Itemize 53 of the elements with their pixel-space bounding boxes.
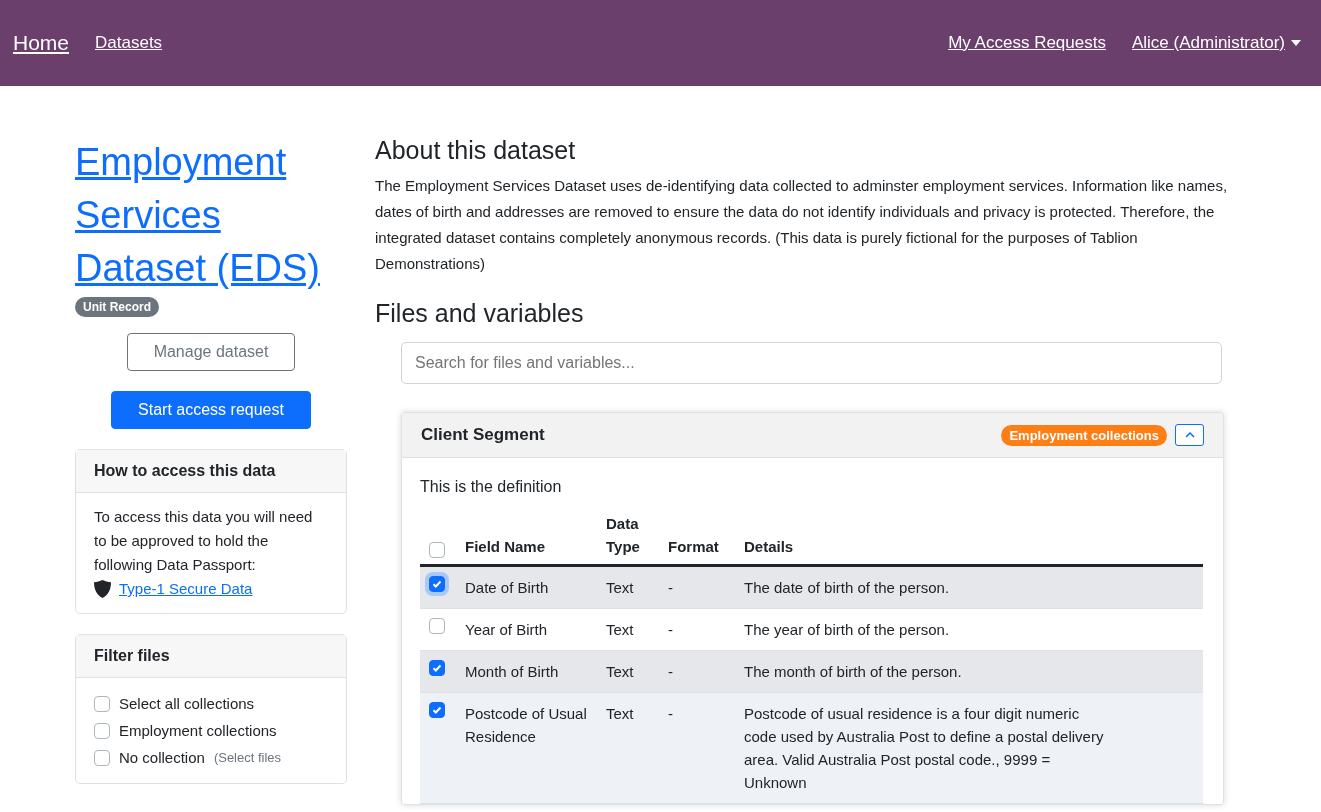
shield-icon xyxy=(94,580,111,598)
table-cell: Text xyxy=(598,608,660,651)
manage-button[interactable]: Manage dataset xyxy=(126,333,296,371)
table-cell: Month of Birth xyxy=(457,650,598,693)
card-title: How to access this data xyxy=(76,450,346,493)
table-cell: Year of Birth xyxy=(457,608,598,651)
start-request-button[interactable]: Start access request xyxy=(111,391,311,429)
checkbox[interactable] xyxy=(429,702,445,718)
checkbox[interactable] xyxy=(429,542,445,558)
option-label: Select all collections xyxy=(119,694,255,714)
table-cell: Text xyxy=(598,565,660,609)
table-cell: - xyxy=(660,565,736,609)
checkbox[interactable] xyxy=(94,722,110,739)
option-note: (Select files xyxy=(213,749,282,767)
table-cell: Text xyxy=(598,650,660,693)
table-cell: Date of Birth xyxy=(457,565,598,609)
checkbox[interactable] xyxy=(94,695,110,712)
collection-badge: Employment collections xyxy=(1001,424,1167,446)
option-label: Employment collections xyxy=(119,721,277,741)
home-link[interactable]: Home xyxy=(13,31,70,55)
caret-icon[interactable] xyxy=(1291,40,1301,46)
table-cell: - xyxy=(660,650,736,693)
check-icon xyxy=(431,578,443,590)
table-cell: The date of birth of the person. xyxy=(736,565,1203,609)
section-heading: About this dataset xyxy=(375,136,577,165)
table-cell: Postcode of Usual Residence xyxy=(457,692,598,804)
chevron-icon xyxy=(1184,432,1195,438)
passport-link[interactable]: Type-1 Secure Data xyxy=(119,577,253,601)
record-badge: Unit Record xyxy=(75,297,159,317)
checkbox[interactable] xyxy=(429,660,445,676)
table-cell: - xyxy=(660,692,736,804)
checkbox[interactable] xyxy=(94,749,110,766)
nav-link[interactable]: My Access Requests xyxy=(948,33,1106,53)
nav-link[interactable]: Datasets xyxy=(95,33,163,53)
table-cell: Postcode of usual residence is a four digit numeric code used by Australia Post to define a postal delivery area. Valid Australia Post postal code., 9999 = Unknown xyxy=(736,692,1203,804)
check-icon xyxy=(431,704,443,716)
about-text: The Employment Services Dataset uses de-identifying data collected to adminster employment services. Information like names, dates of birth and addresses are removed to ensure the data do not identify individuals and privacy is protected. Therefore, the integrated dataset contains completely anonymous records. (This data is purely fictional for the purposes of Tablion Demonstrations) xyxy=(375,176,1229,274)
file-definition: This is the definition xyxy=(420,478,563,496)
section-heading: Files and variables xyxy=(375,299,585,328)
dataset-title[interactable]: Employment Services Dataset (EDS) xyxy=(75,136,347,295)
search-field[interactable]: Search for files and variables... xyxy=(401,342,1222,384)
card-title: Filter files xyxy=(76,635,346,678)
table-cell: The month of birth of the person. xyxy=(736,650,1203,693)
checkbox[interactable] xyxy=(429,618,445,634)
check-icon xyxy=(431,662,443,674)
table-cell: - xyxy=(660,608,736,651)
option-label: No collection xyxy=(119,748,205,768)
collapse-button[interactable] xyxy=(1175,424,1204,446)
table-cell: Text xyxy=(598,692,660,804)
user-menu[interactable]: Alice (Administrator) xyxy=(1131,33,1285,53)
table-cell: The year of birth of the person. xyxy=(736,608,1203,651)
file-name: Client Segment xyxy=(421,425,546,445)
access-text: To access this data you will need to be approved to hold the following Data Passport: xyxy=(94,507,314,575)
